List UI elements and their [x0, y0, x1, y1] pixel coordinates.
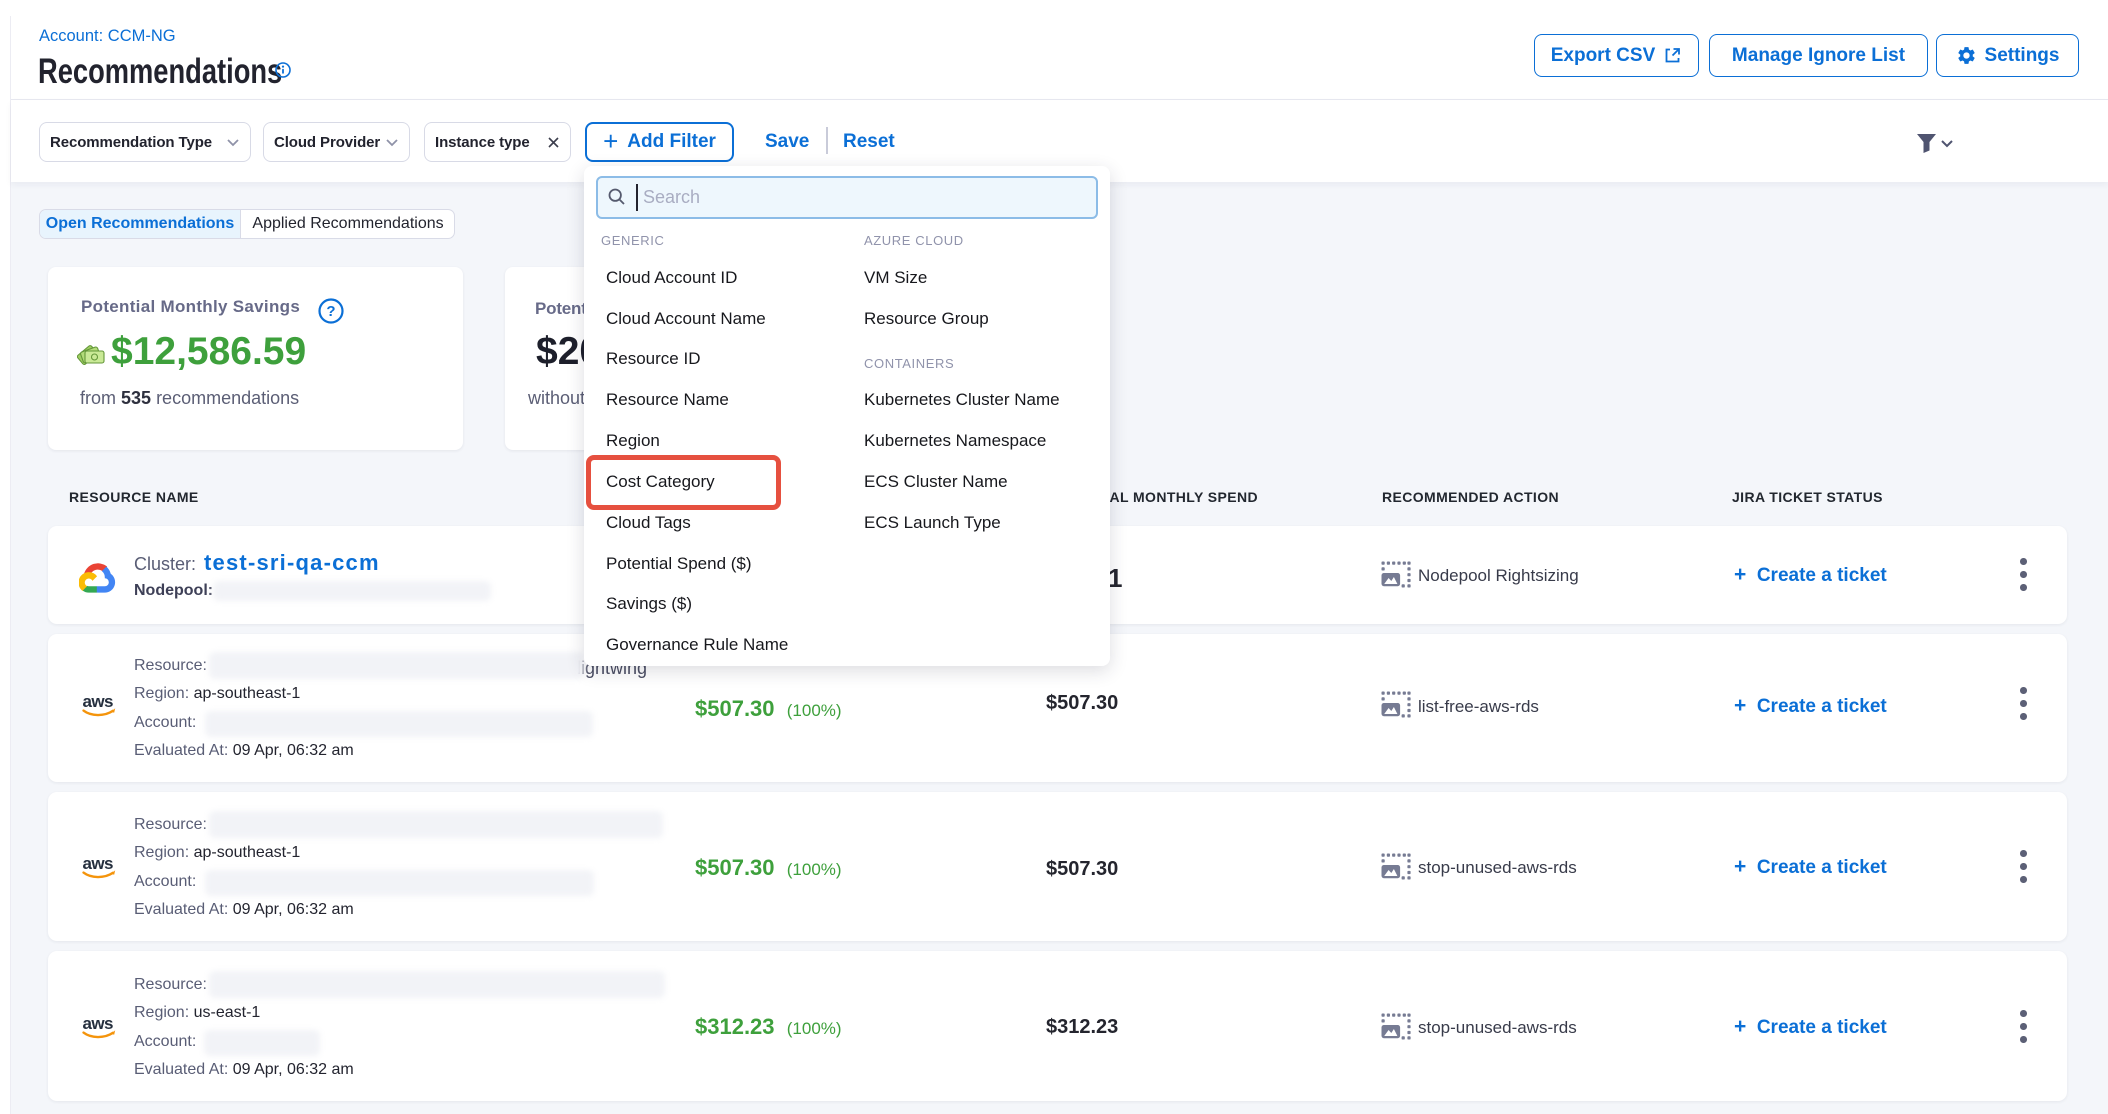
- svg-text:?: ?: [326, 303, 335, 320]
- svg-text:aws: aws: [83, 854, 113, 873]
- svg-text:aws: aws: [83, 692, 113, 711]
- svg-text:aws: aws: [83, 1014, 113, 1033]
